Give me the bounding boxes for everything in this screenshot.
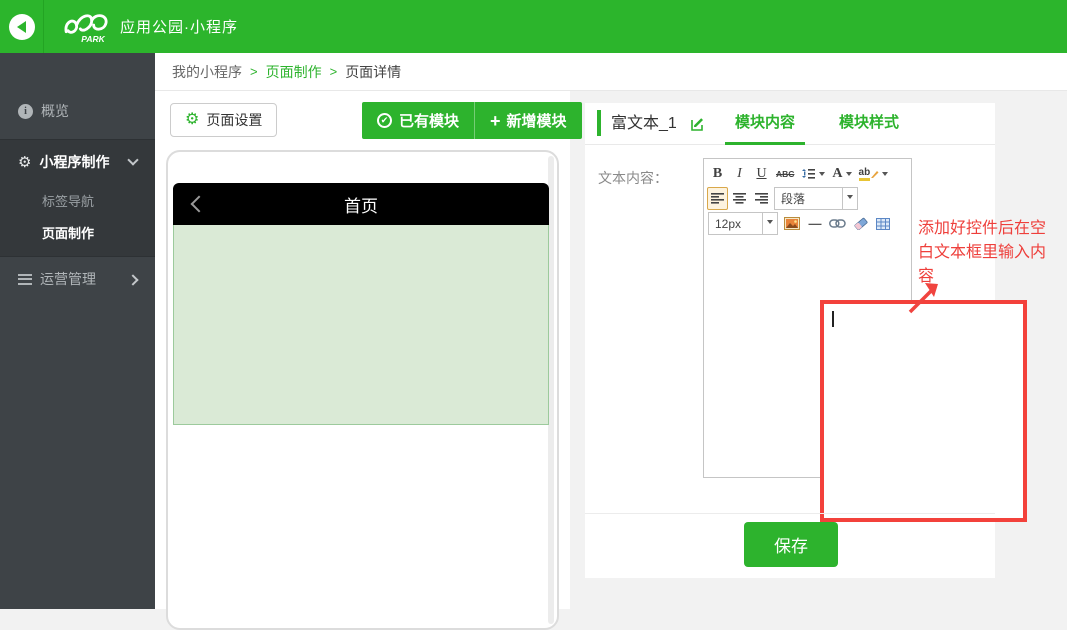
- panel-header: 富文本_1 模块内容 模块样式: [585, 103, 995, 145]
- breadcrumb-separator: >: [250, 64, 258, 79]
- tab-module-content[interactable]: 模块内容: [713, 103, 817, 145]
- dropdown-caret-icon: [767, 220, 773, 227]
- insert-table-button[interactable]: [872, 212, 893, 235]
- list-icon: [18, 274, 32, 285]
- dropdown-caret-icon: [882, 172, 888, 179]
- logo-mark-icon: PARK: [62, 9, 112, 45]
- breadcrumb-separator: >: [330, 64, 338, 79]
- dropdown-caret-icon: [846, 172, 852, 179]
- sidebar-item-overview[interactable]: 概览: [0, 91, 155, 131]
- gear-icon: [18, 155, 31, 170]
- sidebar-item-miniprogram-build[interactable]: 小程序制作: [0, 140, 155, 184]
- align-center-icon: [733, 193, 746, 204]
- sidebar-item-page-build[interactable]: 页面制作: [0, 216, 155, 248]
- highlight-color-button[interactable]: ab: [856, 162, 892, 185]
- sidebar-item-label: 标签导航: [42, 191, 94, 210]
- page-settings-button[interactable]: 页面设置: [170, 103, 277, 137]
- underline-button[interactable]: U: [751, 162, 772, 185]
- sidebar-item-operations[interactable]: 运营管理: [0, 257, 155, 301]
- editor-toolbar: B I U ABC A ab: [704, 159, 911, 236]
- text-content-label: 文本内容：: [598, 168, 668, 188]
- richtext-editor: B I U ABC A ab: [703, 158, 912, 478]
- font-size-value: 12px: [709, 217, 762, 231]
- font-size-select[interactable]: 12px: [708, 212, 778, 235]
- align-right-button[interactable]: [751, 187, 772, 210]
- dropdown-arrow-box: [762, 213, 777, 234]
- breadcrumb: 我的小程序 > 页面制作 > 页面详情: [155, 53, 1067, 91]
- save-button[interactable]: 保存: [744, 522, 838, 567]
- editor-statusbar: [704, 467, 911, 477]
- title-accent-bar: [597, 110, 601, 136]
- phone-back-chevron-icon[interactable]: [191, 196, 208, 213]
- svg-text:PARK: PARK: [81, 34, 105, 44]
- image-icon: [784, 217, 800, 230]
- horizontal-rule-button[interactable]: —: [804, 212, 825, 235]
- module-editor-panel: 富文本_1 模块内容 模块样式 文本内容： B I U ABC: [585, 103, 995, 578]
- module-title: 富文本_1: [611, 103, 677, 145]
- topbar: PARK 应用公园·小程序: [0, 0, 1067, 53]
- paragraph-format-value: 段落: [775, 190, 842, 207]
- tab-module-style[interactable]: 模块样式: [817, 103, 921, 145]
- module-buttons-group: 已有模块 新增模块: [362, 102, 582, 139]
- breadcrumb-page-detail: 页面详情: [345, 62, 401, 82]
- text-cursor: [832, 311, 834, 327]
- eraser-icon: [854, 217, 868, 230]
- panel-tabs: 模块内容 模块样式: [713, 103, 921, 145]
- add-module-label: 新增模块: [507, 110, 567, 131]
- dropdown-arrow-box: [842, 188, 857, 209]
- dropdown-caret-icon: [819, 172, 825, 179]
- edit-pencil-icon: [690, 116, 706, 132]
- annotation-arrow-icon: [905, 279, 943, 317]
- table-icon: [876, 218, 890, 230]
- line-height-icon: [801, 167, 816, 180]
- sidebar-item-label: 小程序制作: [39, 152, 109, 172]
- app-park-logo: PARK 应用公园·小程序: [62, 9, 238, 45]
- gear-icon: [185, 112, 199, 128]
- plus-icon: [490, 112, 501, 130]
- eraser-button[interactable]: [850, 212, 871, 235]
- align-left-icon: [711, 193, 724, 204]
- highlight-pencil-icon: [870, 169, 879, 179]
- existing-modules-label: 已有模块: [399, 110, 459, 131]
- app-title: 应用公园·小程序: [120, 16, 238, 37]
- line-height-button[interactable]: [798, 162, 828, 185]
- sidebar: 概览 小程序制作 标签导航 页面制作 运营管理: [0, 53, 155, 609]
- chevron-down-icon: [127, 154, 138, 165]
- align-left-button[interactable]: [707, 187, 728, 210]
- italic-button[interactable]: I: [729, 162, 750, 185]
- sidebar-item-label: 概览: [41, 101, 69, 121]
- back-arrow-icon: [9, 14, 35, 40]
- phone-nav-bar: 首页: [173, 183, 549, 225]
- bold-button[interactable]: B: [707, 162, 728, 185]
- dropdown-caret-icon: [847, 195, 853, 202]
- sidebar-item-label: 运营管理: [40, 269, 96, 289]
- link-chain-icon: [829, 219, 846, 228]
- back-button[interactable]: [0, 0, 44, 53]
- insert-image-button[interactable]: [781, 212, 803, 235]
- check-circle-icon: [377, 113, 392, 128]
- chevron-right-icon: [127, 274, 138, 285]
- rename-module-button[interactable]: [690, 116, 706, 137]
- font-color-button[interactable]: A: [829, 162, 854, 185]
- strikethrough-button[interactable]: ABC: [773, 162, 797, 185]
- breadcrumb-page-build[interactable]: 页面制作: [266, 62, 322, 82]
- align-right-icon: [755, 193, 768, 204]
- panel-divider: [585, 513, 995, 514]
- align-center-button[interactable]: [729, 187, 750, 210]
- phone-page-title: 首页: [344, 192, 378, 217]
- paragraph-format-select[interactable]: 段落: [774, 187, 858, 210]
- info-icon: [18, 104, 33, 119]
- sidebar-item-label: 页面制作: [42, 223, 94, 242]
- insert-link-button[interactable]: [826, 212, 849, 235]
- add-module-button[interactable]: 新增模块: [474, 102, 582, 139]
- editor-text-area-highlighted[interactable]: [820, 300, 1027, 522]
- richtext-module-placeholder[interactable]: [173, 225, 549, 425]
- existing-modules-button[interactable]: 已有模块: [362, 102, 474, 139]
- sidebar-section-miniprogram: 小程序制作 标签导航 页面制作: [0, 139, 155, 257]
- breadcrumb-my-miniprogram[interactable]: 我的小程序: [172, 62, 242, 82]
- page-settings-label: 页面设置: [206, 110, 262, 130]
- sidebar-item-tab-navigation[interactable]: 标签导航: [0, 184, 155, 216]
